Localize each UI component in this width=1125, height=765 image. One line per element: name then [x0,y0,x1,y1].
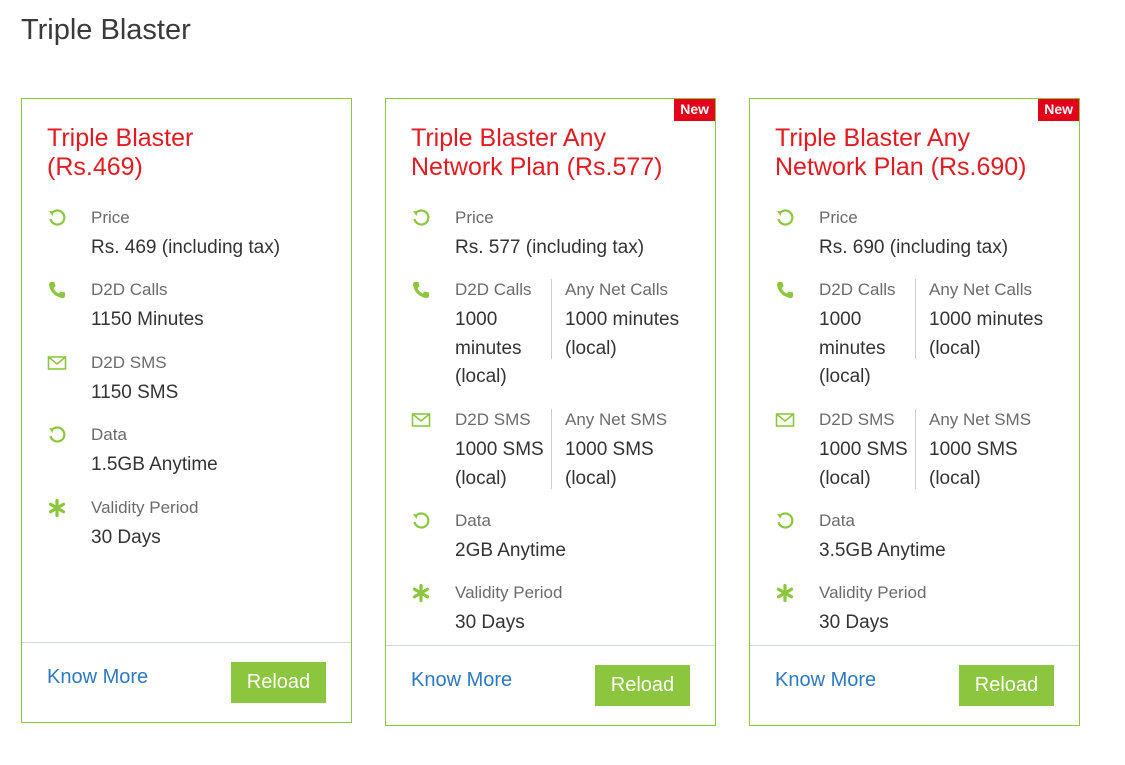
price-value: Rs. 469 (including tax) [91,237,281,258]
card-divider [386,645,715,646]
calls-row: D2D Calls 1000 minutes (local) Any Net C… [411,279,705,387]
plan-card: New Triple Blaster Any Network Plan (Rs.… [385,98,716,726]
calls-label: D2D Calls [91,280,168,299]
envelope-icon [775,410,795,430]
reload-button[interactable]: Reload [959,665,1054,706]
price-label: Price [455,208,494,227]
anynet-calls-value: 1000 minutes (local) [929,309,1044,359]
phone-icon [775,280,795,300]
reload-button[interactable]: Reload [231,662,326,703]
refresh-icon [775,511,795,531]
refresh-icon [47,425,67,445]
anynet-calls-value: 1000 minutes (local) [565,309,680,359]
asterisk-icon [775,583,795,603]
anynet-calls-label: Any Net Calls [565,280,668,299]
calls-row: D2D Calls 1000 minutes (local) Any Net C… [775,279,1069,387]
reload-button[interactable]: Reload [595,665,690,706]
calls-label: D2D Calls [819,280,896,299]
plan-title: Triple Blaster Any Network Plan (Rs.577) [411,124,663,181]
data-label: Data [819,511,855,530]
sms-row: D2D SMS 1000 SMS (local) Any Net SMS 100… [775,409,1069,489]
plan-title: Triple Blaster (Rs.469) [47,124,194,181]
new-badge: New [674,99,715,121]
anynet-sms-value: 1000 SMS (local) [565,439,654,489]
sms-label: D2D SMS [455,410,531,429]
price-value: Rs. 577 (including tax) [455,237,645,258]
plan-title: Triple Blaster Any Network Plan (Rs.690) [775,124,1027,181]
calls-label: D2D Calls [455,280,532,299]
column-divider [915,409,916,489]
page-title: Triple Blaster [21,14,191,46]
calls-value: 1000 minutes (local) [819,309,886,387]
calls-value: 1150 Minutes [91,309,204,330]
know-more-link[interactable]: Know More [411,669,512,692]
data-label: Data [91,425,127,444]
phone-icon [47,280,67,300]
data-value: 2GB Anytime [455,540,566,561]
phone-icon [411,280,431,300]
asterisk-icon [411,583,431,603]
validity-value: 30 Days [819,612,889,633]
validity-value: 30 Days [91,527,161,548]
data-label: Data [455,511,491,530]
data-value: 1.5GB Anytime [91,454,218,475]
anynet-sms-label: Any Net SMS [565,410,668,429]
price-label: Price [819,208,858,227]
envelope-icon [411,410,431,430]
column-divider [915,279,916,359]
sms-label: D2D SMS [819,410,895,429]
sms-value: 1000 SMS (local) [455,439,544,489]
sms-value: 1150 SMS [91,382,179,403]
anynet-calls-label: Any Net Calls [929,280,1032,299]
data-value: 3.5GB Anytime [819,540,946,561]
card-divider [750,645,1079,646]
plan-card: New Triple Blaster Any Network Plan (Rs.… [749,98,1080,726]
anynet-sms-value: 1000 SMS (local) [929,439,1018,489]
refresh-icon [411,208,431,228]
price-label: Price [91,208,130,227]
know-more-link[interactable]: Know More [47,666,148,689]
asterisk-icon [47,498,67,518]
price-value: Rs. 690 (including tax) [819,237,1009,258]
sms-row: D2D SMS 1000 SMS (local) Any Net SMS 100… [411,409,705,489]
calls-value: 1000 minutes (local) [455,309,522,387]
refresh-icon [411,511,431,531]
sms-value: 1000 SMS (local) [819,439,908,489]
refresh-icon [47,208,67,228]
validity-value: 30 Days [455,612,525,633]
column-divider [551,409,552,489]
validity-label: Validity Period [455,583,563,602]
plan-card: Triple Blaster (Rs.469) Price Rs. 469 (i… [21,98,352,723]
anynet-sms-label: Any Net SMS [929,410,1032,429]
validity-label: Validity Period [819,583,927,602]
know-more-link[interactable]: Know More [775,669,876,692]
card-divider [22,642,351,643]
envelope-icon [47,353,67,373]
column-divider [551,279,552,359]
new-badge: New [1038,99,1079,121]
sms-label: D2D SMS [91,353,167,372]
validity-label: Validity Period [91,498,199,517]
refresh-icon [775,208,795,228]
